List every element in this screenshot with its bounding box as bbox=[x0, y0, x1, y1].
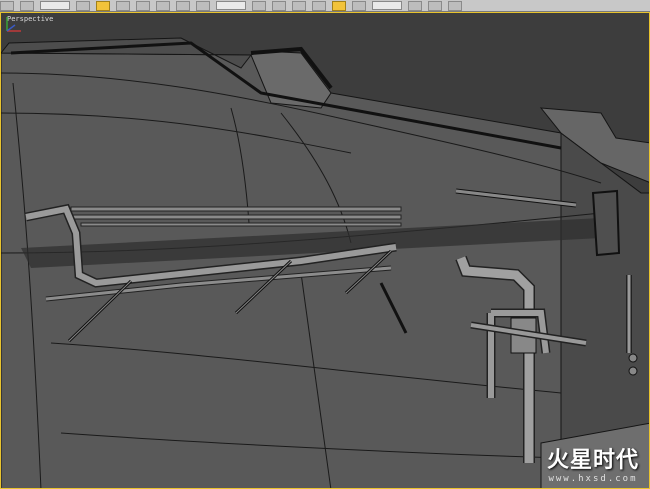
watermark-url: www.hxsd.com bbox=[548, 474, 638, 484]
redo-icon[interactable] bbox=[20, 0, 34, 11]
wireframe-scene bbox=[1, 37, 649, 488]
main-toolbar bbox=[0, 0, 650, 12]
rect-select-icon[interactable] bbox=[116, 0, 130, 11]
mirror-icon[interactable] bbox=[408, 0, 422, 11]
spinner-snap-icon[interactable] bbox=[352, 0, 366, 11]
select-manipulate-icon[interactable] bbox=[272, 0, 286, 11]
selection-filter-dropdown[interactable] bbox=[40, 1, 70, 10]
select-icon[interactable] bbox=[96, 0, 110, 11]
rotate-icon[interactable] bbox=[176, 0, 190, 11]
perspective-viewport[interactable]: Perspective 火星时代 www.hxsd.com bbox=[0, 12, 650, 489]
named-selection-field[interactable] bbox=[372, 1, 402, 10]
snap-icon[interactable] bbox=[292, 0, 306, 11]
link-icon[interactable] bbox=[76, 0, 90, 11]
pivot-icon[interactable] bbox=[252, 0, 266, 11]
layer-icon[interactable] bbox=[448, 0, 462, 11]
axis-tripod-icon bbox=[6, 17, 21, 32]
window-crossing-icon[interactable] bbox=[136, 0, 150, 11]
undo-icon[interactable] bbox=[0, 0, 14, 11]
move-icon[interactable] bbox=[156, 0, 170, 11]
reference-coordinate-dropdown[interactable] bbox=[216, 1, 246, 10]
angle-snap-icon[interactable] bbox=[312, 0, 326, 11]
align-icon[interactable] bbox=[428, 0, 442, 11]
percent-snap-icon[interactable] bbox=[332, 0, 346, 11]
watermark-logo: 火星时代 bbox=[546, 448, 639, 473]
scale-icon[interactable] bbox=[196, 0, 210, 11]
watermark: 火星时代 www.hxsd.com bbox=[547, 442, 639, 484]
